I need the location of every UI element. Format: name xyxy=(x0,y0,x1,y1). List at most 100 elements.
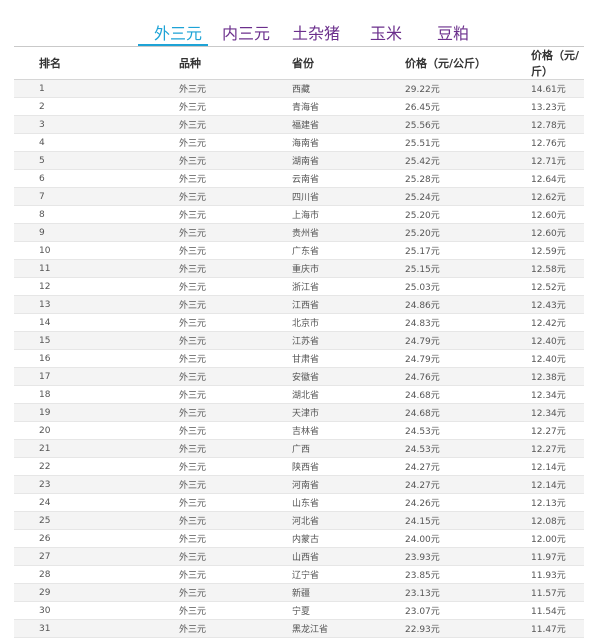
province-cell: 云南省 xyxy=(292,169,405,188)
price-jin-cell: 12.64元 xyxy=(531,169,584,188)
province-cell: 辽宁省 xyxy=(292,565,405,584)
variety-cell: 外三元 xyxy=(179,205,292,224)
variety-cell: 外三元 xyxy=(179,529,292,548)
price-jin-cell: 11.93元 xyxy=(531,565,584,584)
rank-cell: 14 xyxy=(14,313,179,332)
variety-cell: 外三元 xyxy=(179,493,292,512)
header-price-per-jin: 价格（元/斤） xyxy=(531,47,584,80)
rank-cell: 25 xyxy=(14,511,179,530)
rank-cell: 30 xyxy=(14,601,179,620)
rank-cell: 1 xyxy=(14,79,179,98)
province-cell: 浙江省 xyxy=(292,277,405,296)
province-cell: 甘肃省 xyxy=(292,349,405,368)
province-cell: 安徽省 xyxy=(292,367,405,386)
price-kg-cell: 24.26元 xyxy=(405,493,531,512)
province-cell: 四川省 xyxy=(292,187,405,206)
price-jin-cell: 12.62元 xyxy=(531,187,584,206)
price-jin-cell: 12.13元 xyxy=(531,493,584,512)
table-row: 4 外三元 海南省 25.51元 12.76元 xyxy=(14,133,584,152)
table-row: 21 外三元 广西 24.53元 12.27元 xyxy=(14,439,584,458)
price-jin-cell: 12.40元 xyxy=(531,349,584,368)
price-jin-cell: 12.34元 xyxy=(531,385,584,404)
province-cell: 江苏省 xyxy=(292,331,405,350)
price-kg-cell: 24.68元 xyxy=(405,403,531,422)
price-kg-cell: 25.51元 xyxy=(405,133,531,152)
price-jin-cell: 12.52元 xyxy=(531,277,584,296)
tab-nei-san-yuan[interactable]: 内三元 xyxy=(222,20,270,44)
price-kg-cell: 25.42元 xyxy=(405,151,531,170)
table-row: 24 外三元 山东省 24.26元 12.13元 xyxy=(14,493,584,512)
province-cell: 广东省 xyxy=(292,241,405,260)
price-kg-cell: 24.27元 xyxy=(405,475,531,494)
price-jin-cell: 13.23元 xyxy=(531,97,584,116)
price-kg-cell: 23.13元 xyxy=(405,583,531,602)
rank-cell: 17 xyxy=(14,367,179,386)
price-kg-cell: 26.45元 xyxy=(405,97,531,116)
price-ranking-panel: 外三元 内三元 土杂猪 玉米 豆粕 排名 品种 省份 价格（元/公斤） 价格（元… xyxy=(14,0,584,639)
price-kg-cell: 24.79元 xyxy=(405,349,531,368)
rank-cell: 4 xyxy=(14,133,179,152)
price-jin-cell: 12.78元 xyxy=(531,115,584,134)
price-jin-cell: 14.61元 xyxy=(531,79,584,98)
rank-cell: 23 xyxy=(14,475,179,494)
variety-cell: 外三元 xyxy=(179,619,292,638)
table-row: 12 外三元 浙江省 25.03元 12.52元 xyxy=(14,277,584,296)
active-tab-indicator xyxy=(138,44,208,46)
rank-cell: 8 xyxy=(14,205,179,224)
rank-cell: 26 xyxy=(14,529,179,548)
province-cell: 新疆 xyxy=(292,583,405,602)
variety-cell: 外三元 xyxy=(179,583,292,602)
province-cell: 河北省 xyxy=(292,511,405,530)
price-jin-cell: 12.14元 xyxy=(531,475,584,494)
header-rank: 排名 xyxy=(14,47,179,80)
province-cell: 山西省 xyxy=(292,547,405,566)
variety-cell: 外三元 xyxy=(179,277,292,296)
price-kg-cell: 24.83元 xyxy=(405,313,531,332)
rank-cell: 19 xyxy=(14,403,179,422)
header-province: 省份 xyxy=(292,47,405,80)
table-row: 30 外三元 宁夏 23.07元 11.54元 xyxy=(14,601,584,620)
table-row: 17 外三元 安徽省 24.76元 12.38元 xyxy=(14,367,584,386)
price-kg-cell: 23.07元 xyxy=(405,601,531,620)
variety-cell: 外三元 xyxy=(179,601,292,620)
variety-cell: 外三元 xyxy=(179,169,292,188)
rank-cell: 15 xyxy=(14,331,179,350)
table-row: 11 外三元 重庆市 25.15元 12.58元 xyxy=(14,259,584,278)
variety-cell: 外三元 xyxy=(179,475,292,494)
table-row: 8 外三元 上海市 25.20元 12.60元 xyxy=(14,205,584,224)
tab-tu-za-zhu[interactable]: 土杂猪 xyxy=(292,20,340,44)
province-cell: 吉林省 xyxy=(292,421,405,440)
tab-dou-po[interactable]: 豆粕 xyxy=(437,20,469,44)
price-jin-cell: 12.43元 xyxy=(531,295,584,314)
rank-cell: 24 xyxy=(14,493,179,512)
price-jin-cell: 12.42元 xyxy=(531,313,584,332)
tab-yu-mi[interactable]: 玉米 xyxy=(370,20,402,44)
variety-cell: 外三元 xyxy=(179,421,292,440)
price-kg-cell: 23.93元 xyxy=(405,547,531,566)
table-row: 25 外三元 河北省 24.15元 12.08元 xyxy=(14,511,584,530)
rank-cell: 6 xyxy=(14,169,179,188)
price-kg-cell: 24.76元 xyxy=(405,367,531,386)
tab-wai-san-yuan[interactable]: 外三元 xyxy=(154,20,202,44)
variety-cell: 外三元 xyxy=(179,331,292,350)
province-cell: 陕西省 xyxy=(292,457,405,476)
price-ranking-table: 排名 品种 省份 价格（元/公斤） 价格（元/斤） 1 外三元 西藏 29.22元 14… xyxy=(14,47,584,638)
table-row: 16 外三元 甘肃省 24.79元 12.40元 xyxy=(14,349,584,368)
table-row: 28 外三元 辽宁省 23.85元 11.93元 xyxy=(14,565,584,584)
price-kg-cell: 25.20元 xyxy=(405,223,531,242)
table-row: 18 外三元 湖北省 24.68元 12.34元 xyxy=(14,385,584,404)
rank-cell: 22 xyxy=(14,457,179,476)
rank-cell: 28 xyxy=(14,565,179,584)
variety-cell: 外三元 xyxy=(179,511,292,530)
table-row: 27 外三元 山西省 23.93元 11.97元 xyxy=(14,547,584,566)
table-header-row: 排名 品种 省份 价格（元/公斤） 价格（元/斤） xyxy=(14,47,584,80)
price-jin-cell: 12.34元 xyxy=(531,403,584,422)
variety-cell: 外三元 xyxy=(179,349,292,368)
rank-cell: 21 xyxy=(14,439,179,458)
price-kg-cell: 25.17元 xyxy=(405,241,531,260)
province-cell: 广西 xyxy=(292,439,405,458)
price-kg-cell: 24.00元 xyxy=(405,529,531,548)
rank-cell: 11 xyxy=(14,259,179,278)
price-kg-cell: 25.20元 xyxy=(405,205,531,224)
province-cell: 重庆市 xyxy=(292,259,405,278)
